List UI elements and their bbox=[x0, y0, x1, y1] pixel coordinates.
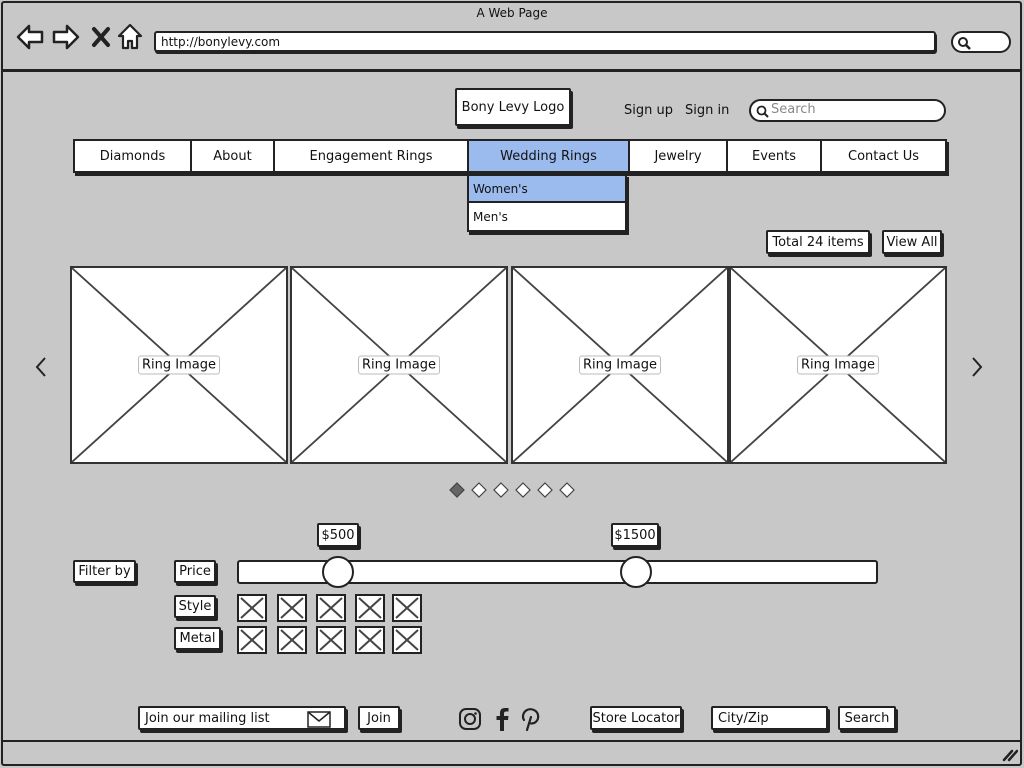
ring-image-tile[interactable]: Ring Image bbox=[511, 266, 729, 464]
site-search-input[interactable]: Search bbox=[749, 99, 946, 122]
envelope-icon bbox=[307, 711, 331, 728]
metal-option-checkbox[interactable] bbox=[277, 626, 307, 654]
metal-label: Metal bbox=[174, 627, 221, 650]
style-label: Style bbox=[174, 595, 216, 618]
total-items-label: Total 24 items bbox=[766, 230, 870, 254]
total-items-text: Total 24 items bbox=[772, 234, 864, 250]
ring-image-label: Ring Image bbox=[358, 355, 440, 375]
carousel-prev-icon[interactable] bbox=[34, 355, 48, 379]
menu-item-diamonds[interactable]: Diamonds bbox=[75, 141, 192, 171]
page-dot-active-icon[interactable] bbox=[449, 482, 465, 498]
pinterest-icon[interactable] bbox=[518, 706, 542, 732]
city-zip-input[interactable]: City/Zip bbox=[711, 706, 828, 730]
window-title: A Web Page bbox=[476, 6, 548, 20]
forward-arrow-icon[interactable] bbox=[51, 22, 81, 52]
style-option-checkbox[interactable] bbox=[355, 594, 385, 622]
dropdown-item-mens[interactable]: Men's bbox=[469, 203, 625, 230]
price-min-tag: $500 bbox=[317, 523, 359, 547]
menu-item-events[interactable]: Events bbox=[728, 141, 822, 171]
metal-option-checkbox[interactable] bbox=[392, 626, 422, 654]
page-dot-icon[interactable] bbox=[471, 482, 487, 498]
carousel-pagination bbox=[448, 481, 578, 499]
logo-text: Bony Levy Logo bbox=[461, 99, 565, 115]
menu-item-wedding-rings[interactable]: Wedding Rings bbox=[469, 141, 630, 171]
instagram-icon[interactable] bbox=[458, 706, 482, 732]
price-label-text: Price bbox=[179, 564, 211, 579]
ring-image-label: Ring Image bbox=[138, 355, 220, 375]
price-min-handle[interactable] bbox=[322, 556, 354, 588]
menu-item-contact-us[interactable]: Contact Us bbox=[822, 141, 945, 171]
page-dot-icon[interactable] bbox=[559, 482, 575, 498]
resize-grip-icon[interactable] bbox=[1000, 746, 1019, 762]
search-icon bbox=[958, 37, 971, 50]
url-bar[interactable]: http://bonylevy.com bbox=[154, 31, 936, 52]
metal-option-checkbox[interactable] bbox=[355, 626, 385, 654]
dropdown-item-womens[interactable]: Women's bbox=[469, 176, 625, 203]
menu-item-engagement-rings[interactable]: Engagement Rings bbox=[275, 141, 469, 171]
price-max-value: $1500 bbox=[614, 527, 656, 543]
view-all-label: View All bbox=[886, 234, 938, 250]
browser-search[interactable] bbox=[951, 31, 1011, 53]
ring-image-tile[interactable]: Ring Image bbox=[729, 266, 947, 464]
logo[interactable]: Bony Levy Logo bbox=[455, 88, 571, 126]
price-max-tag: $1500 bbox=[611, 523, 659, 547]
mailing-list-placeholder: Join our mailing list bbox=[145, 710, 270, 726]
wedding-rings-dropdown: Women's Men's bbox=[467, 174, 627, 232]
filter-by-label: Filter by bbox=[73, 560, 136, 583]
main-menu: Diamonds About Engagement Rings Wedding … bbox=[73, 139, 947, 173]
ring-image-tile[interactable]: Ring Image bbox=[70, 266, 288, 464]
search-icon bbox=[756, 105, 769, 118]
style-option-checkbox[interactable] bbox=[392, 594, 422, 622]
page-dot-icon[interactable] bbox=[493, 482, 509, 498]
style-option-checkbox[interactable] bbox=[237, 594, 267, 622]
back-arrow-icon[interactable] bbox=[15, 22, 45, 52]
facebook-icon[interactable] bbox=[490, 706, 514, 732]
metal-label-text: Metal bbox=[179, 631, 216, 646]
metal-option-checkbox[interactable] bbox=[237, 626, 267, 654]
city-zip-placeholder: City/Zip bbox=[718, 710, 769, 726]
mailing-list-input[interactable]: Join our mailing list bbox=[138, 706, 346, 730]
sign-up-link[interactable]: Sign up bbox=[624, 103, 673, 118]
store-locator-label: Store Locator bbox=[590, 706, 682, 730]
store-search-label: Search bbox=[844, 710, 890, 726]
style-label-text: Style bbox=[178, 599, 212, 614]
store-search-button[interactable]: Search bbox=[838, 706, 896, 730]
filter-by-text: Filter by bbox=[78, 564, 131, 579]
join-button[interactable]: Join bbox=[358, 706, 400, 730]
search-placeholder: Search bbox=[771, 102, 816, 117]
page-dot-icon[interactable] bbox=[515, 482, 531, 498]
ring-image-label: Ring Image bbox=[579, 355, 661, 375]
status-bar bbox=[3, 740, 1020, 742]
menu-item-about[interactable]: About bbox=[192, 141, 275, 171]
price-label: Price bbox=[174, 560, 216, 583]
menu-item-jewelry[interactable]: Jewelry bbox=[630, 141, 728, 171]
page-dot-icon[interactable] bbox=[537, 482, 553, 498]
price-min-value: $500 bbox=[321, 527, 355, 543]
style-option-checkbox[interactable] bbox=[277, 594, 307, 622]
view-all-button[interactable]: View All bbox=[882, 230, 942, 254]
home-icon[interactable] bbox=[115, 22, 145, 52]
metal-option-checkbox[interactable] bbox=[316, 626, 346, 654]
join-label: Join bbox=[367, 710, 391, 726]
close-icon[interactable] bbox=[86, 22, 116, 52]
url-text: http://bonylevy.com bbox=[161, 35, 281, 49]
style-option-checkbox[interactable] bbox=[316, 594, 346, 622]
store-locator-text: Store Locator bbox=[592, 710, 680, 726]
price-max-handle[interactable] bbox=[620, 556, 652, 588]
ring-image-label: Ring Image bbox=[797, 355, 879, 375]
sign-in-link[interactable]: Sign in bbox=[685, 103, 729, 118]
ring-image-tile[interactable]: Ring Image bbox=[290, 266, 508, 464]
carousel-next-icon[interactable] bbox=[970, 355, 984, 379]
